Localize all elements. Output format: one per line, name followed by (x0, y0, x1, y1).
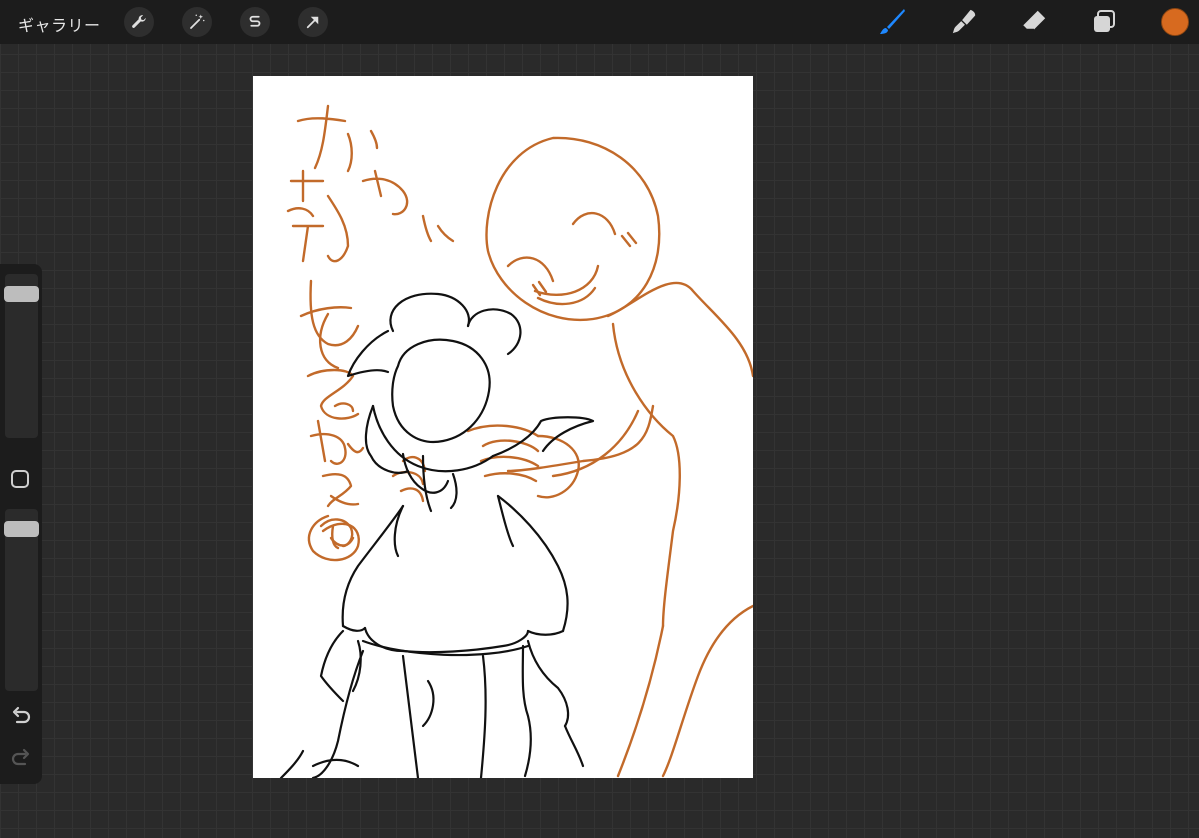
brush-size-slider-handle[interactable] (4, 286, 39, 302)
gallery-button[interactable]: ギャラリー (18, 12, 101, 36)
brush-tool-button[interactable] (876, 6, 908, 38)
eraser-icon (1022, 10, 1046, 31)
selection-button[interactable] (240, 7, 270, 37)
undo-icon[interactable] (9, 704, 33, 728)
smudge-icon (952, 9, 976, 34)
smudge-tool-button[interactable] (948, 6, 980, 38)
opacity-slider[interactable] (4, 509, 39, 691)
lineart-head (391, 338, 491, 444)
brush-icon (880, 9, 905, 34)
artwork (279, 104, 753, 778)
adjustments-button[interactable] (182, 7, 212, 37)
actions-button[interactable] (124, 7, 154, 37)
layers-button[interactable] (1088, 6, 1120, 38)
selection-s-icon (249, 15, 261, 27)
eraser-tool-button[interactable] (1018, 6, 1050, 38)
transform-arrow-icon (306, 16, 319, 29)
modifier-button[interactable] (11, 470, 29, 488)
redo-icon[interactable] (9, 746, 33, 770)
transform-button[interactable] (298, 7, 328, 37)
brush-size-slider[interactable] (4, 274, 39, 438)
magic-wand-icon (190, 14, 205, 29)
wrench-icon (132, 15, 146, 28)
top-toolbar: ギャラリー (0, 0, 1199, 44)
left-sidebar (0, 264, 42, 784)
color-picker-button[interactable] (1161, 8, 1189, 36)
layers-icon (1094, 10, 1115, 32)
opacity-slider-handle[interactable] (4, 521, 39, 537)
drawing-canvas[interactable] (253, 76, 753, 778)
